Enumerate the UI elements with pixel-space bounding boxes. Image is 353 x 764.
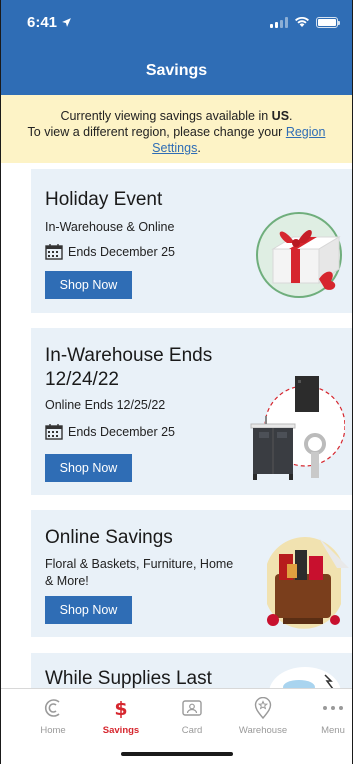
card-end-date: Ends December 25 [45,243,175,260]
top-bar: 6:41 Savings [1,0,352,95]
card-end-text: Ends December 25 [68,424,176,439]
gift-box-icon [256,212,342,298]
shop-now-button[interactable]: Shop Now [45,454,132,482]
shop-now-button[interactable]: Shop Now [45,271,132,299]
shop-now-button[interactable]: Shop Now [45,596,132,624]
gift-basket-icon [267,537,349,629]
product-icon [269,667,341,688]
battery-icon [316,16,340,28]
card-end-text: Ends December 25 [68,244,176,259]
card-title: While Supplies Last [45,668,212,688]
region-notice: Currently viewing savings available in U… [1,95,352,163]
status-icons [270,16,340,28]
card-subtitle: Online Ends 12/25/22 [45,398,166,412]
promo-card-while-supplies-last[interactable]: While Supplies Last [31,653,352,688]
tab-bar: Home $ Savings Card Warehouse Menu [1,688,352,764]
page-title: Savings [145,62,208,79]
notice-text-2: To view a different region, please chang… [27,125,286,139]
tab-label: Savings [102,725,140,736]
tab-label: Menu [321,725,345,736]
warehouse-pin-icon [233,697,293,719]
svg-text:$: $ [114,698,127,719]
card-title: Holiday Event [45,189,163,210]
furniture-appliances-icon [250,376,345,480]
notice-line-1: Currently viewing savings available in U… [1,108,352,124]
status-time: 6:41 [27,14,72,31]
notice-text-2-end: . [197,141,201,155]
tab-card[interactable]: Card [162,697,222,736]
card-title: In-Warehouse Ends 12/24/22 [45,345,213,390]
card-subtitle: Floral & Baskets, Furniture, Home & More… [45,557,234,588]
tab-menu[interactable]: Menu [303,697,352,736]
more-dots-icon [303,697,352,719]
location-arrow-icon [62,17,71,27]
tab-savings[interactable]: $ Savings [91,697,151,736]
savings-list[interactable]: Holiday Event In-Warehouse & Online Ends… [1,163,352,688]
status-bar: 6:41 [1,0,352,44]
wifi-icon [295,16,309,27]
notice-text: Currently viewing savings available in [60,109,272,123]
card-end-date: Ends December 25 [45,423,175,440]
card-title: Online Savings [45,527,173,548]
card-icon [162,697,222,719]
promo-card-holiday[interactable]: Holiday Event In-Warehouse & Online Ends… [31,169,352,313]
status-time-text: 6:41 [27,13,58,31]
dollar-icon: $ [91,697,151,719]
promo-card-online-savings[interactable]: Online Savings Floral & Baskets, Furnitu… [31,510,352,637]
calendar-icon [45,424,63,440]
notice-region: US [271,109,290,123]
notice-text-end: . [289,109,293,123]
signal-icon [270,16,288,28]
tab-label: Home [40,725,66,736]
tab-home[interactable]: Home [23,697,83,736]
notice-line-2: To view a different region, please chang… [1,124,352,156]
tab-warehouse[interactable]: Warehouse [233,697,293,736]
calendar-icon [45,244,63,260]
card-subtitle: In-Warehouse & Online [45,220,175,234]
tab-label: Card [181,725,203,736]
tab-label: Warehouse [238,725,288,736]
phone-screen: 6:41 Savings Currently viewing savings a… [0,0,353,764]
home-icon [23,697,83,719]
promo-card-in-warehouse[interactable]: In-Warehouse Ends 12/24/22 Online Ends 1… [31,328,352,495]
home-indicator[interactable] [120,752,233,756]
